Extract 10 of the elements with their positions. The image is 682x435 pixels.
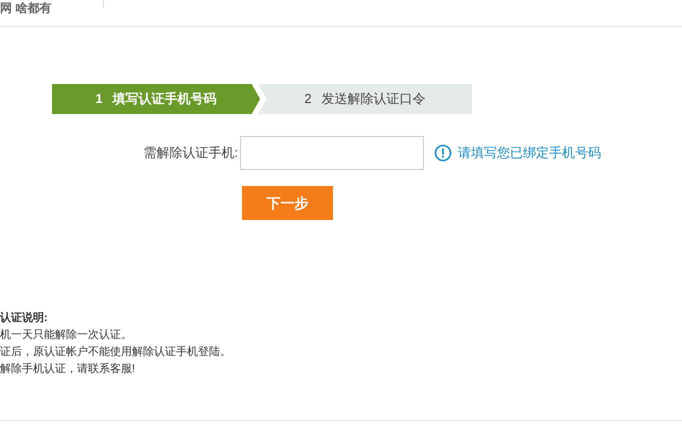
info-icon (434, 144, 452, 162)
site-title: 网 啥都有 (0, 1, 52, 15)
next-step-button[interactable]: 下一步 (242, 186, 333, 220)
phone-input-field[interactable] (240, 136, 424, 170)
notes-title: 认证说明: (0, 310, 49, 326)
field-label: 需解除认证手机: (142, 144, 239, 162)
note-line: 证后，原认证帐户不能使用解除认证手机登陆。 (0, 344, 232, 360)
note-line: 解除手机认证，请联系客服! (0, 362, 136, 377)
note-line: 机一天只能解除一次认证。 (0, 328, 133, 343)
hint-text: 请填写您已绑定手机号码 (458, 144, 601, 162)
